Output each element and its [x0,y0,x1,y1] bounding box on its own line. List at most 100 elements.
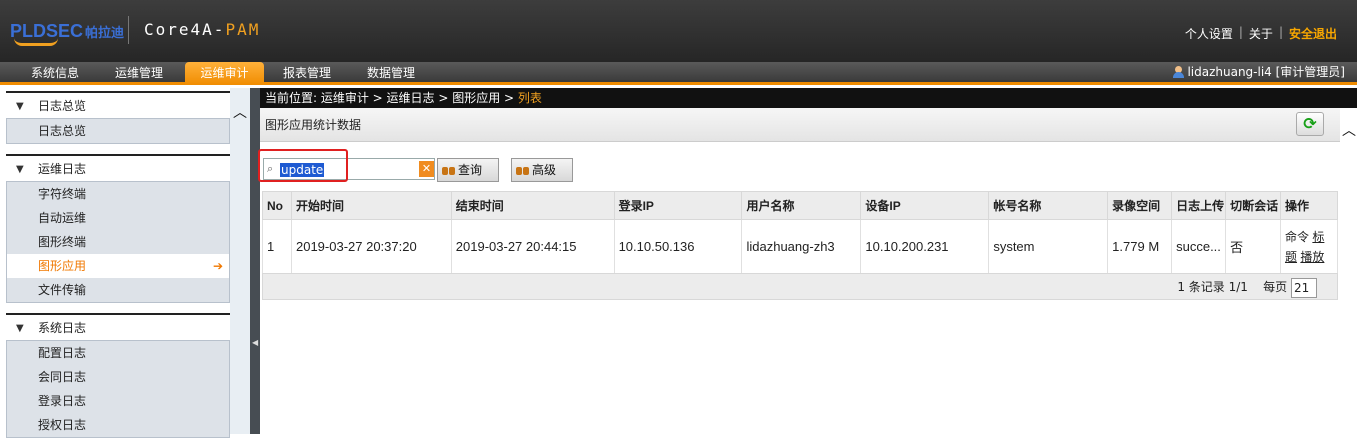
col-header-login-ip[interactable]: 登录IP [613,191,743,220]
sidebar-item-auto-ops[interactable]: 自动运维 [7,206,229,230]
sidebar-group-system-log: ▼ 系统日志 配置日志 会同日志 登录日志 授权日志 [6,313,230,438]
breadcrumb-path: 当前位置: 运维审计 > 运维日志 > 图形应用 > [265,91,518,105]
cell-account: system [988,219,1109,274]
refresh-button[interactable]: ⟳ [1296,112,1324,136]
sidebar-item-log-overview[interactable]: 日志总览 [7,119,229,143]
sidebar-group-items: 日志总览 [6,118,230,144]
page-size-input[interactable]: 21 [1291,277,1317,298]
cell-upload: succe... [1171,219,1227,274]
sidebar-group-items: 字符终端 自动运维 图形终端 图形应用 ➔ 文件传输 [6,181,230,303]
cell-cut-session: 否 [1225,219,1282,274]
col-header-start-time[interactable]: 开始时间 [290,191,452,220]
personal-settings-link[interactable]: 个人设置 [1179,25,1239,42]
col-header-upload[interactable]: 日志上传 [1171,191,1227,220]
arrow-right-icon: ➔ [212,259,223,273]
user-icon [1173,66,1185,78]
sidebar-item-config-log[interactable]: 配置日志 [7,341,229,365]
cell-user: lidazhuang-zh3 [741,219,862,274]
pagination-bar: 1 条记录 1/1 每页 21 [262,273,1338,300]
sidebar-group-log-overview: ▼ 日志总览 日志总览 [6,91,230,144]
sidebar-scrollbar[interactable] [230,88,250,434]
col-header-account[interactable]: 帐号名称 [988,191,1109,220]
binoculars-icon [442,164,456,176]
table-header-row: No 开始时间 结束时间 登录IP 用户名称 设备IP 帐号名称 录像空间 日志… [262,191,1338,220]
company-logo: PLDSEC 帕拉迪 [10,18,125,46]
col-header-no[interactable]: No [262,191,292,220]
sidebar-group-header[interactable]: ▼ 日志总览 [6,91,230,118]
logo-brand-cn: 帕拉迪 [85,25,125,41]
product-suffix: PAM [225,20,261,39]
sidebar-item-graphic-app[interactable]: 图形应用 ➔ [7,254,229,278]
advanced-search-button[interactable]: 高级 [511,158,573,182]
col-header-user[interactable]: 用户名称 [741,191,862,220]
panel-title: 图形应用统计数据 [260,108,1340,142]
product-name: Core4A-PAM [144,20,260,39]
main-content: 当前位置: 运维审计 > 运维日志 > 图形应用 > 列表 图形应用统计数据 ⟳… [258,88,1357,434]
logo-divider [128,16,129,44]
sidebar-item-login-log[interactable]: 登录日志 [7,389,229,413]
refresh-icon: ⟳ [1303,114,1317,133]
per-page-label: 每页 [1263,280,1288,294]
main-scrollbar[interactable]: ︿ [1340,108,1357,434]
sidebar-group-items: 配置日志 会同日志 登录日志 授权日志 [6,340,230,438]
collapse-triangle-icon[interactable]: ▼ [16,315,24,342]
query-button[interactable]: 查询 [437,158,499,182]
tab-ops-audit[interactable]: 运维审计 [185,62,264,85]
main-nav: 系统信息 运维管理 运维审计 报表管理 数据管理 [0,62,1357,85]
sidebar-item-label: 图形应用 [38,259,87,273]
product-prefix: Core4A- [144,20,226,39]
sidebar-item-auth-log[interactable]: 授权日志 [7,413,229,437]
current-user-label: lidazhuang-li4 [审计管理员] [1187,65,1345,79]
play-link[interactable]: 播放 [1300,250,1324,264]
sidebar: ▼ 日志总览 日志总览 ▼ 运维日志 字符终端 自动运维 图形终端 图形应用 ➔… [0,88,250,438]
cell-login-ip: 10.10.50.136 [613,219,743,274]
breadcrumb-current: 列表 [517,91,542,105]
tab-data-management[interactable]: 数据管理 [356,62,426,85]
sidebar-item-char-terminal[interactable]: 字符终端 [7,182,229,206]
sidebar-group-ops-log: ▼ 运维日志 字符终端 自动运维 图形终端 图形应用 ➔ 文件传输 [6,154,230,303]
table-row[interactable]: 1 2019-03-27 20:37:20 2019-03-27 20:44:1… [262,219,1338,274]
query-button-label: 查询 [458,163,483,177]
title-link-part2: 题 [1285,249,1298,264]
sidebar-item-graphic-terminal[interactable]: 图形终端 [7,230,229,254]
current-user: lidazhuang-li4 [审计管理员] [1173,62,1345,82]
sidebar-group-title: 日志总览 [38,99,87,113]
sidebar-group-header[interactable]: ▼ 系统日志 [6,313,230,340]
logo-arc [14,38,58,46]
search-bar: ⌕ update ✕ 查询 高级 [258,143,1340,191]
cell-end-time: 2019-03-27 20:44:15 [450,219,615,274]
cell-device-ip: 10.10.200.231 [860,219,990,274]
advanced-button-label: 高级 [532,163,557,177]
col-header-end-time[interactable]: 结束时间 [450,191,615,220]
title-link-part1: 标 [1312,229,1325,244]
logout-link[interactable]: 安全退出 [1283,25,1343,42]
collapse-arrow-icon[interactable]: ◀ [252,338,258,347]
command-link[interactable]: 命令 [1285,230,1309,244]
sidebar-group-title: 运维日志 [38,162,87,176]
tab-ops-management[interactable]: 运维管理 [104,62,174,85]
record-count: 1 条记录 1/1 [1177,280,1248,294]
sidebar-item-file-transfer[interactable]: 文件传输 [7,278,229,302]
about-link[interactable]: 关于 [1243,25,1279,42]
cell-start-time: 2019-03-27 20:37:20 [290,219,452,274]
cell-no: 1 [262,219,292,274]
tab-report-management[interactable]: 报表管理 [272,62,342,85]
col-header-video-size[interactable]: 录像空间 [1107,191,1173,220]
scroll-up-icon[interactable]: ︿ [233,102,247,122]
breadcrumb: 当前位置: 运维审计 > 运维日志 > 图形应用 > 列表 [260,88,1357,108]
cell-video-size: 1.779 M [1107,219,1173,274]
data-table: No 开始时间 结束时间 登录IP 用户名称 设备IP 帐号名称 录像空间 日志… [262,191,1338,274]
sidebar-item-session-log[interactable]: 会同日志 [7,365,229,389]
collapse-triangle-icon[interactable]: ▼ [16,156,24,183]
tab-system-info[interactable]: 系统信息 [20,62,90,85]
col-header-cut-session[interactable]: 切断会话 [1225,191,1282,220]
top-links: 个人设置 | 关于 | 安全退出 [1179,25,1343,42]
sidebar-group-title: 系统日志 [38,321,87,335]
collapse-triangle-icon[interactable]: ▼ [16,93,24,120]
col-header-device-ip[interactable]: 设备IP [860,191,990,220]
sidebar-group-header[interactable]: ▼ 运维日志 [6,154,230,181]
clear-search-button[interactable]: ✕ [419,161,434,177]
app-header: PLDSEC 帕拉迪 Core4A-PAM 个人设置 | 关于 | 安全退出 [0,0,1357,62]
panel-splitter[interactable]: ◀ [250,88,260,434]
scroll-up-icon[interactable]: ︿ [1342,120,1356,140]
